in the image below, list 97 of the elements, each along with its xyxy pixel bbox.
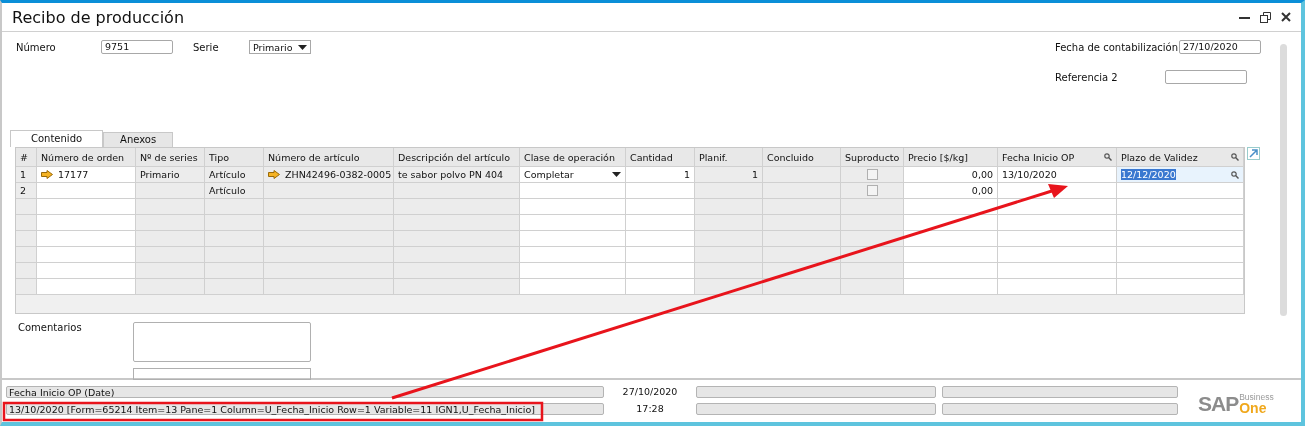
table-cell: 0,00 [904,167,998,183]
table-cell [136,215,205,231]
window-title: Recibo de producción [12,7,185,27]
field-label: Número [16,41,57,53]
table-cell [626,183,695,199]
series-dropdown[interactable]: Primario [249,40,311,54]
table-cell [695,183,763,199]
column-header[interactable]: Plazo de Validez [1117,148,1244,167]
status-time: 17:28 [635,403,665,415]
table-cell: 2 [16,183,37,199]
status-date: 27/10/2020 [621,386,679,398]
table-cell [205,263,264,279]
table-cell [841,263,904,279]
table-cell: 1 [695,167,763,183]
minimize-icon[interactable] [1239,15,1250,19]
scrollbar[interactable] [1280,44,1287,316]
text-field[interactable] [133,368,311,380]
table-cell [626,247,695,263]
arrow-right-icon[interactable] [41,170,53,179]
table-cell [205,215,264,231]
header-label: Fecha Inicio OP [1002,151,1075,163]
arrow-right-icon[interactable] [268,170,280,179]
column-header[interactable]: Precio [$/kg] [904,148,998,167]
table-cell [136,263,205,279]
field-label: Referencia 2 [1055,71,1119,83]
table-cell [136,199,205,215]
table-cell [136,247,205,263]
column-header[interactable]: # [16,148,37,167]
column-header[interactable]: Tipo [205,148,264,167]
field-label: Comentarios [18,322,83,335]
table-cell [136,183,205,199]
table-cell [841,215,904,231]
table-cell [695,247,763,263]
table-cell: Artículo [205,167,264,183]
date-field[interactable]: 27/10/2020 [1179,40,1261,54]
table-cell: Artículo [205,183,264,199]
table-cell: 1 [16,167,37,183]
logo-text: Business [1239,392,1274,402]
column-header[interactable]: Nº de series [136,148,205,167]
table-cell: 0,00 [904,183,998,199]
column-header[interactable]: Número de orden [37,148,136,167]
table-cell [205,247,264,263]
cell-text: 12/12/2020 [1121,169,1176,180]
reference-field[interactable] [1165,70,1247,84]
expand-icon[interactable] [1247,147,1260,160]
dropdown-caret-icon[interactable] [612,172,621,177]
table-cell [626,263,695,279]
table-cell [695,199,763,215]
restore-icon[interactable] [1260,11,1271,23]
table-cell [136,231,205,247]
table-cell [136,279,205,295]
table-cell [841,279,904,295]
table-cell: 13/10/2020 [998,167,1117,183]
field-label: Serie [193,41,220,53]
table-cell [841,231,904,247]
logo-wordmark: SAP [1198,392,1239,416]
close-icon[interactable] [1281,12,1291,22]
table-cell [626,231,695,247]
table-cell: Primario [136,167,205,183]
search-icon[interactable] [1231,153,1239,161]
column-header[interactable]: Número de artículo [264,148,394,167]
table-cell [626,279,695,295]
tab[interactable]: Contenido [10,130,104,147]
column-header[interactable]: Fecha Inicio OP [998,148,1117,167]
tab[interactable]: Anexos [103,132,174,147]
checkbox[interactable] [866,185,878,196]
table-cell [205,279,264,295]
number-field[interactable]: 9751 [101,40,173,54]
table-cell [695,231,763,247]
table-cell: 1 [626,167,695,183]
cell-text: ZHN42496-0382-0005 [285,169,392,180]
table-cell [626,215,695,231]
table-cell [205,231,264,247]
table-cell: te sabor polvo PN 404 [394,167,520,183]
logo-text: One [1239,401,1267,416]
header-label: Plazo de Validez [1121,151,1198,163]
table-cell [205,199,264,215]
comments-field[interactable] [133,322,311,362]
column-header[interactable]: Cantidad [626,148,695,167]
column-header[interactable]: Descripción del artículo [394,148,520,167]
field-label: Fecha de contabilización [1055,41,1178,53]
operation-dropdown[interactable]: Completar [520,167,626,183]
status-message: Fecha Inicio OP (Date) [6,386,604,398]
dropdown-caret-icon[interactable] [298,44,307,50]
column-header[interactable]: Suproducto [841,148,904,167]
table-cell [626,199,695,215]
column-header[interactable]: Planif. [695,148,763,167]
table-cell [695,215,763,231]
cell-text: 17177 [58,169,89,180]
table-cell[interactable]: 12/12/2020 [1117,167,1244,183]
search-icon[interactable] [1104,153,1112,161]
cell-text: Completar [524,169,574,180]
search-icon[interactable] [1231,170,1239,179]
table-cell [695,263,763,279]
checkbox[interactable] [866,169,878,180]
column-header[interactable]: Clase de operación [520,148,626,167]
column-header[interactable]: Concluido [763,148,841,167]
